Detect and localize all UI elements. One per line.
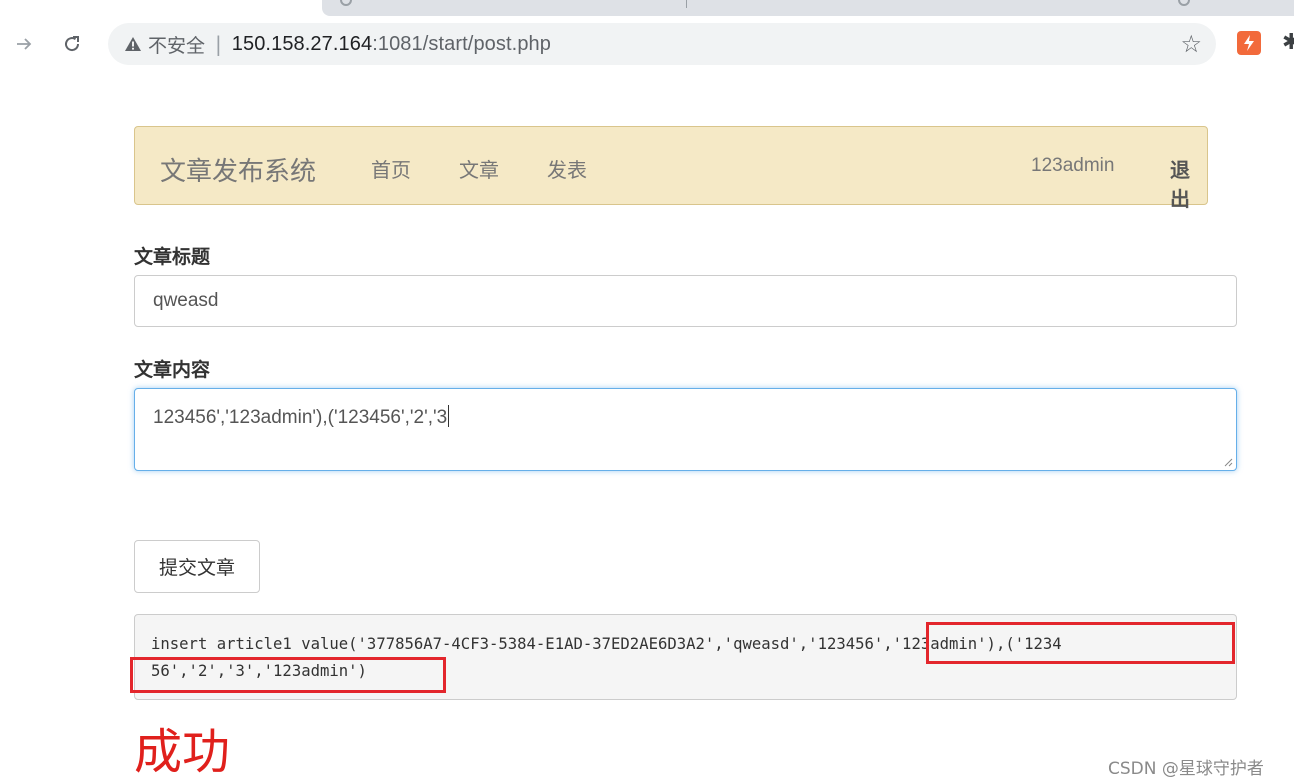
title-input[interactable]: qweasd — [134, 275, 1237, 327]
nav-username[interactable]: 123admin — [1031, 155, 1114, 177]
content-label: 文章内容 — [134, 359, 211, 381]
address-bar[interactable]: 不安全 | 150.158.27.164:1081/start/post.php… — [108, 23, 1216, 65]
resize-grip-icon[interactable] — [1223, 457, 1233, 467]
nav-link-articles[interactable]: 文章 — [459, 154, 499, 183]
nav-link-home[interactable]: 首页 — [371, 154, 411, 183]
extension-icon[interactable] — [1237, 31, 1261, 55]
reload-icon — [65, 36, 80, 52]
security-status-label[interactable]: 不安全 — [148, 31, 205, 58]
site-navbar: 文章发布系统 首页 文章 发表 123admin 退出 — [134, 126, 1208, 211]
content-textarea[interactable]: 123456','123admin'),('123456','2','3 — [134, 388, 1237, 471]
logout-link[interactable]: 退出 — [1170, 154, 1207, 212]
result-message: 成功 — [134, 724, 231, 780]
nav-link-post[interactable]: 发表 — [547, 154, 587, 183]
warning-icon[interactable] — [124, 35, 142, 53]
url-path: :1081/start/post.php — [372, 32, 551, 55]
forward-arrow-icon — [17, 38, 32, 50]
submit-article-button[interactable]: 提交文章 — [134, 540, 260, 593]
site-brand[interactable]: 文章发布系统 — [160, 151, 316, 188]
watermark: CSDN @星球守护者 — [1108, 759, 1264, 779]
address-separator: | — [215, 32, 222, 56]
puzzle-icon[interactable]: ✱ — [1282, 30, 1294, 55]
reload-button[interactable] — [56, 28, 88, 60]
bookmark-star-icon[interactable]: ☆ — [1180, 30, 1202, 58]
url-host: 150.158.27.164 — [231, 32, 373, 55]
forward-button[interactable] — [8, 28, 40, 60]
title-label: 文章标题 — [134, 246, 211, 268]
browser-toolbar: 不安全 | 150.158.27.164:1081/start/post.php… — [0, 16, 1294, 76]
content-text: 123456','123admin'),('123456','2','3 — [153, 407, 448, 428]
tab-strip — [0, 0, 1294, 16]
active-tab[interactable] — [322, 0, 1294, 16]
highlight-box-injected-values — [926, 622, 1235, 664]
tab-divider — [686, 0, 687, 8]
url-text[interactable]: 150.158.27.164:1081/start/post.php — [232, 33, 551, 56]
highlight-box-injected-row — [130, 657, 446, 693]
text-caret — [448, 405, 450, 427]
